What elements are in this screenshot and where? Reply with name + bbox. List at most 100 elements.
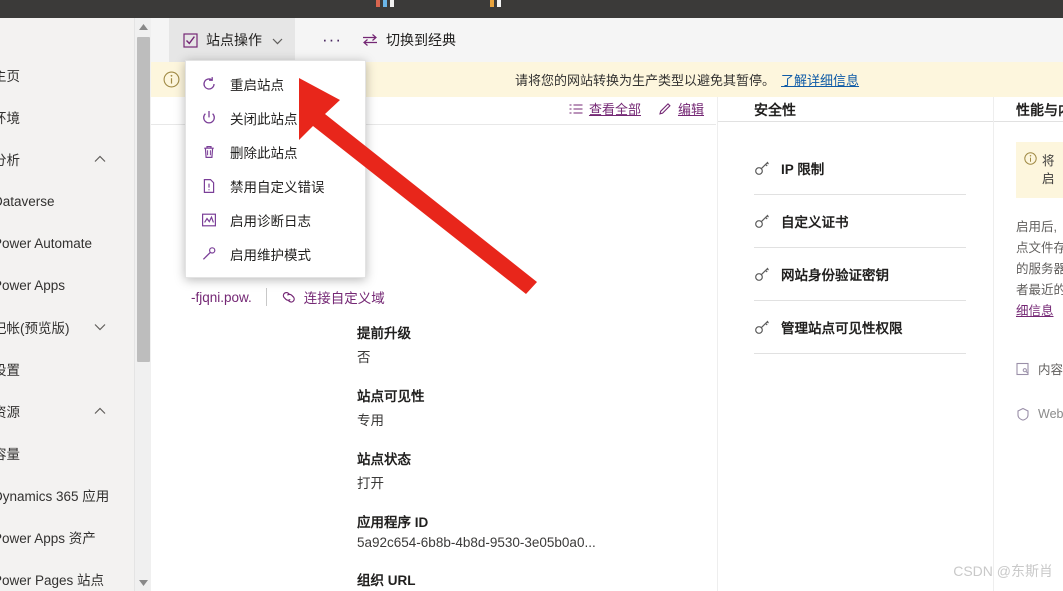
property-key: 提前升级 xyxy=(357,326,411,341)
key-icon xyxy=(754,213,770,229)
sidebar-scrollbar[interactable] xyxy=(134,18,152,591)
performance-body: 启用后, 点文件存 的服务器 者最近的 细信息 xyxy=(1016,217,1063,322)
menu-item-enable-maintenance-mode[interactable]: 启用维护模式 xyxy=(186,237,365,271)
sidebar-item-dynamics365[interactable]: Dynamics 365 应用 xyxy=(0,482,118,508)
strip-tick xyxy=(376,0,380,7)
site-actions-label: 站点操作 xyxy=(206,32,262,48)
menu-item-label: 禁用自定义错误 xyxy=(230,180,325,195)
sidebar-item-label: Dataverse xyxy=(0,193,55,209)
sidebar-item-dataverse[interactable]: Dataverse xyxy=(0,188,118,214)
sidebar-item-label: Dynamics 365 应用 xyxy=(0,489,110,504)
performance-item-label: Web xyxy=(1038,407,1063,421)
site-actions-menu: 重启站点 关闭此站点 删除此站点 禁用自定义错误 启用诊断日志 启用维护模式 xyxy=(185,60,366,278)
sidebar-item-billing[interactable]: 记帐(预览版) xyxy=(0,314,118,340)
sidebar-item-label: 资源 xyxy=(0,405,20,420)
sidebar-item-environment[interactable]: 环境 xyxy=(0,104,118,130)
security-column: 安全性 IP 限制 自定义证书 网站身份验证密钥 管理站点可见性权限 xyxy=(717,97,993,591)
watermark: CSDN @东斯肖 xyxy=(953,563,1053,579)
sidebar-item-label: Power Apps 资产 xyxy=(0,531,96,546)
sidebar-item-capacity[interactable]: 容量 xyxy=(0,440,118,466)
menu-item-stop-site[interactable]: 关闭此站点 xyxy=(186,101,365,135)
sidebar-item-label: Power Apps xyxy=(0,277,66,293)
menu-item-label: 删除此站点 xyxy=(230,146,298,161)
connect-custom-domain-link[interactable]: 连接自定义域 xyxy=(281,287,385,307)
property-row: 应用程序 ID 5a92c654-6b8b-4b8d-9530-3e05b0a0… xyxy=(357,511,687,550)
security-item-site-auth-key[interactable]: 网站身份验证密钥 xyxy=(754,248,966,301)
sidebar-item-settings[interactable]: 设置 xyxy=(0,356,118,382)
site-actions-button[interactable]: 站点操作 xyxy=(169,18,295,62)
sidebar-item-power-apps-assets[interactable]: Power Apps 资产 xyxy=(0,524,118,550)
sidebar-item-label: 分析 xyxy=(0,153,20,168)
performance-body-line: 启用后, xyxy=(1016,220,1057,234)
error-page-icon xyxy=(200,178,217,195)
key-icon xyxy=(754,266,770,282)
browser-top-strip xyxy=(0,0,1063,18)
ellipsis-icon: ··· xyxy=(322,30,342,49)
view-all-link[interactable]: 查看全部 xyxy=(569,99,641,118)
divider xyxy=(718,121,993,122)
sidebar-item-home[interactable]: 主页 xyxy=(0,62,118,88)
banner-text: 请将您的网站转换为生产类型以避免其暂停。 xyxy=(515,73,776,88)
site-properties-list: 提前升级 否 站点可见性 专用 站点状态 打开 应用程序 ID 5a92c654… xyxy=(357,322,687,591)
performance-item-web[interactable]: Web xyxy=(1016,407,1063,421)
command-bar: 站点操作 ··· 切换到经典 xyxy=(151,18,1063,63)
sidebar-item-label: Power Automate xyxy=(0,235,93,251)
security-item-label: 网站身份验证密钥 xyxy=(781,268,889,283)
property-row: 站点状态 打开 xyxy=(357,448,687,492)
security-items: IP 限制 自定义证书 网站身份验证密钥 管理站点可见性权限 xyxy=(754,142,966,354)
sidebar-item-label: 环境 xyxy=(0,111,20,126)
edit-label: 编辑 xyxy=(677,102,704,117)
property-row: 站点可见性 专用 xyxy=(357,385,687,429)
security-item-ip-restriction[interactable]: IP 限制 xyxy=(754,142,966,195)
security-item-label: 管理站点可见性权限 xyxy=(781,321,903,336)
property-key: 组织 URL xyxy=(357,573,416,588)
switch-to-classic-button[interactable]: 切换到经典 xyxy=(349,18,468,62)
scroll-down-arrow-icon[interactable] xyxy=(135,574,152,591)
divider xyxy=(265,288,267,306)
performance-item-content[interactable]: 内容 xyxy=(1016,359,1063,378)
scroll-up-arrow-icon[interactable] xyxy=(135,18,152,35)
property-value: 专用 xyxy=(357,413,384,428)
security-item-label: IP 限制 xyxy=(781,162,825,177)
trash-icon xyxy=(200,144,217,161)
performance-note-line1: 将 xyxy=(1042,154,1055,168)
banner-learn-more-link[interactable]: 了解详细信息 xyxy=(781,70,859,89)
sidebar-item-label: 记帐(预览版) xyxy=(0,321,70,336)
menu-item-label: 关闭此站点 xyxy=(230,112,298,127)
sidebar-item-label: 主页 xyxy=(0,69,20,84)
key-icon xyxy=(754,319,770,335)
menu-item-delete-site[interactable]: 删除此站点 xyxy=(186,135,365,169)
menu-item-disable-custom-errors[interactable]: 禁用自定义错误 xyxy=(186,169,365,203)
app-root: 主页 环境 分析 Dataverse Power Automate Power … xyxy=(0,0,1063,591)
menu-item-restart-site[interactable]: 重启站点 xyxy=(186,67,365,101)
site-url-row: -fjqni.pow. 连接自定义域 xyxy=(191,287,385,307)
scrollbar-thumb[interactable] xyxy=(137,37,150,362)
chevron-down-icon xyxy=(94,323,106,331)
security-item-manage-visibility-permission[interactable]: 管理站点可见性权限 xyxy=(754,301,966,354)
performance-body-line: 点文件存 xyxy=(1016,241,1063,255)
info-icon xyxy=(161,70,181,90)
pencil-icon xyxy=(659,102,672,115)
menu-item-label: 重启站点 xyxy=(230,78,284,93)
sidebar-item-power-apps[interactable]: Power Apps xyxy=(0,272,118,298)
menu-item-enable-diagnostic-logs[interactable]: 启用诊断日志 xyxy=(186,203,365,237)
connect-custom-domain-label: 连接自定义域 xyxy=(303,291,385,306)
sidebar-item-analytics[interactable]: 分析 xyxy=(0,146,118,172)
property-row: 提前升级 否 xyxy=(357,322,687,366)
sidebar-item-power-pages-sites[interactable]: Power Pages 站点 xyxy=(0,566,118,591)
site-url-text[interactable]: -fjqni.pow. xyxy=(191,290,252,305)
edit-link[interactable]: 编辑 xyxy=(659,99,704,118)
sidebar-item-power-automate[interactable]: Power Automate xyxy=(0,230,118,256)
security-item-custom-certificate[interactable]: 自定义证书 xyxy=(754,195,966,248)
security-heading: 安全性 xyxy=(754,102,796,118)
menu-item-label: 启用维护模式 xyxy=(230,248,311,263)
key-icon xyxy=(754,160,770,176)
property-value: 打开 xyxy=(357,476,384,491)
list-icon xyxy=(569,103,583,115)
property-key: 站点可见性 xyxy=(357,389,425,404)
performance-body-line: 的服务器 xyxy=(1016,262,1063,276)
performance-learn-more-link[interactable]: 细信息 xyxy=(1016,301,1063,322)
sidebar-item-resources[interactable]: 资源 xyxy=(0,398,118,424)
strip-tick xyxy=(490,0,494,7)
strip-tick xyxy=(390,0,394,7)
